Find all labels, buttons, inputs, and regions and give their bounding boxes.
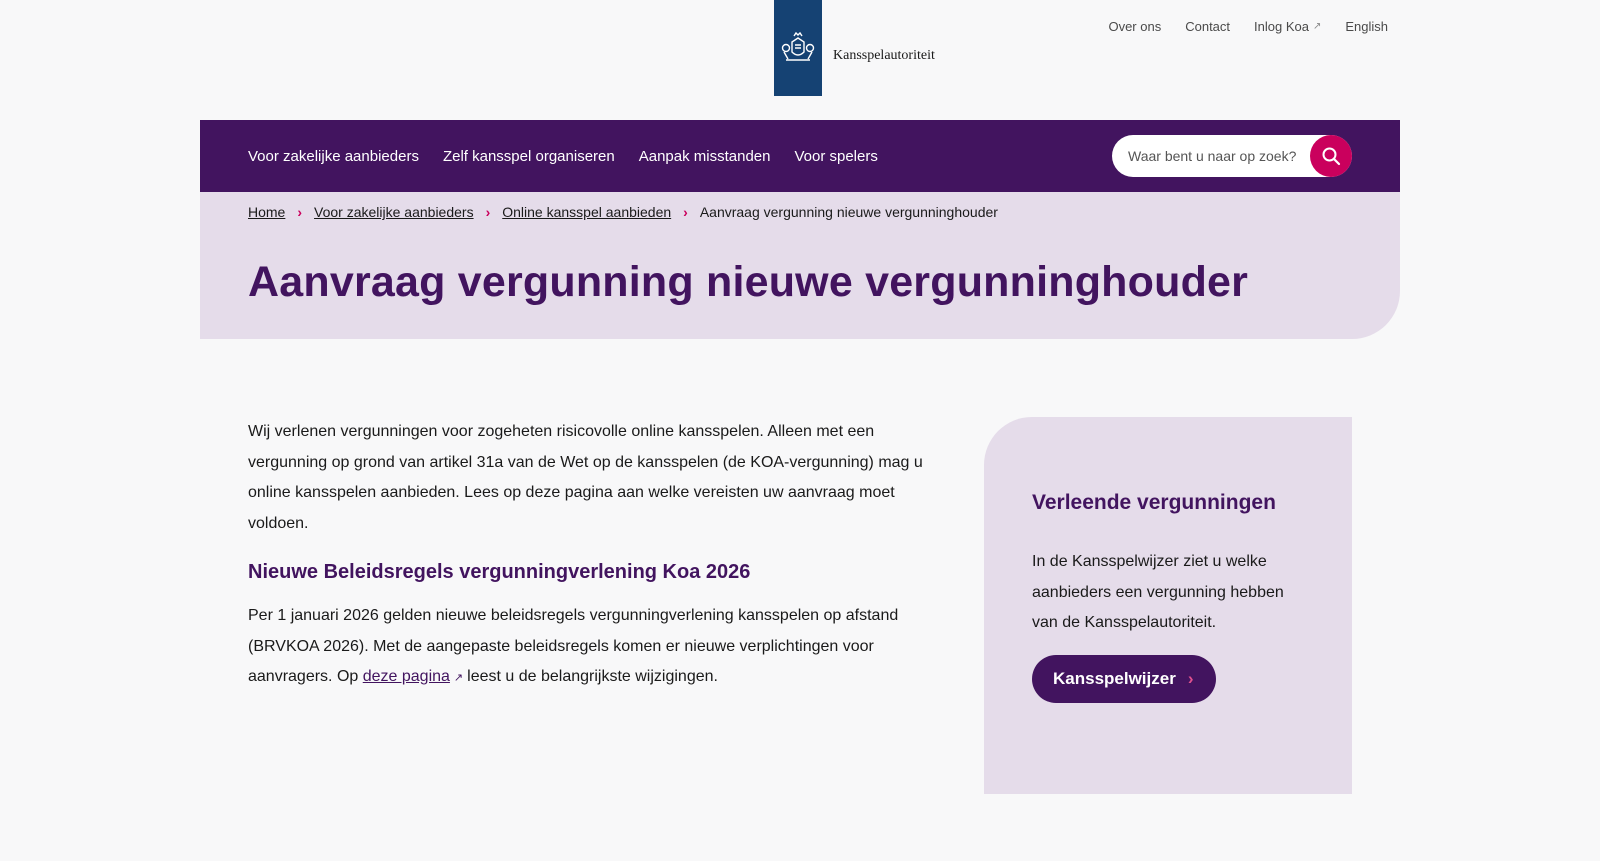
external-link-icon: ↗ [1312, 21, 1322, 32]
breadcrumb-online-kansspel[interactable]: Online kansspel aanbieden [502, 204, 671, 220]
top-links: Over ons Contact Inlog Koa ↗ English [1108, 19, 1388, 34]
breadcrumb-current: Aanvraag vergunning nieuwe vergunninghou… [699, 204, 998, 220]
search-input[interactable] [1126, 147, 1310, 165]
aside-text: In de Kansspelwijzer ziet u welke aanbie… [1032, 553, 1284, 631]
nav-item-zakelijke-aanbieders[interactable]: Voor zakelijke aanbieders [248, 148, 419, 165]
logo-text[interactable]: Kansspelautoriteit [833, 48, 935, 64]
logo-emblem[interactable] [774, 0, 822, 96]
deze-pagina-link[interactable]: deze pagina [363, 668, 450, 685]
nav-item-zelf-kansspel[interactable]: Zelf kansspel organiseren [443, 148, 615, 165]
section-text-after: leest u de belangrijkste wijzigingen. [467, 668, 718, 685]
kansspelwijzer-button-label: Kansspelwijzer [1053, 669, 1176, 688]
nav-items: Voor zakelijke aanbieders Zelf kansspel … [248, 148, 878, 165]
kansspelwijzer-button[interactable]: Kansspelwijzer › [1032, 655, 1216, 703]
main-content: Wij verlenen vergunningen voor zogeheten… [248, 417, 948, 694]
main-navigation: Voor zakelijke aanbieders Zelf kansspel … [200, 120, 1400, 192]
page-header: Home › Voor zakelijke aanbieders › Onlin… [200, 192, 1400, 339]
coat-of-arms-icon [781, 31, 815, 61]
aside-heading: Verleende vergunningen [1032, 491, 1276, 514]
top-link-over-ons[interactable]: Over ons [1108, 19, 1161, 34]
page-title: Aanvraag vergunning nieuwe vergunninghou… [248, 258, 1249, 306]
verleende-vergunningen-card: Verleende vergunningen In de Kansspelwij… [984, 417, 1352, 794]
top-link-english[interactable]: English [1345, 19, 1388, 34]
nav-item-aanpak-misstanden[interactable]: Aanpak misstanden [639, 148, 771, 165]
section-paragraph: Per 1 januari 2026 gelden nieuwe beleids… [248, 601, 948, 694]
external-link-icon: ↗ [453, 672, 464, 684]
breadcrumb-zakelijke-aanbieders[interactable]: Voor zakelijke aanbieders [314, 204, 474, 220]
search-box [1112, 135, 1352, 177]
nav-item-voor-spelers[interactable]: Voor spelers [794, 148, 877, 165]
section-heading: Nieuwe Beleidsregels vergunningverlening… [248, 561, 751, 583]
chevron-right-icon: › [683, 204, 688, 220]
top-link-inlog-koa-label: Inlog Koa [1254, 19, 1309, 34]
intro-paragraph: Wij verlenen vergunningen voor zogeheten… [248, 423, 923, 532]
search-icon [1322, 147, 1341, 166]
breadcrumb: Home › Voor zakelijke aanbieders › Onlin… [248, 204, 998, 220]
top-link-contact[interactable]: Contact [1185, 19, 1230, 34]
chevron-right-icon: › [1187, 669, 1194, 688]
search-button[interactable] [1310, 135, 1352, 177]
top-link-inlog-koa[interactable]: Inlog Koa ↗ [1254, 19, 1321, 34]
chevron-right-icon: › [297, 204, 303, 220]
breadcrumb-home[interactable]: Home [248, 204, 285, 220]
chevron-right-icon: › [485, 204, 491, 220]
